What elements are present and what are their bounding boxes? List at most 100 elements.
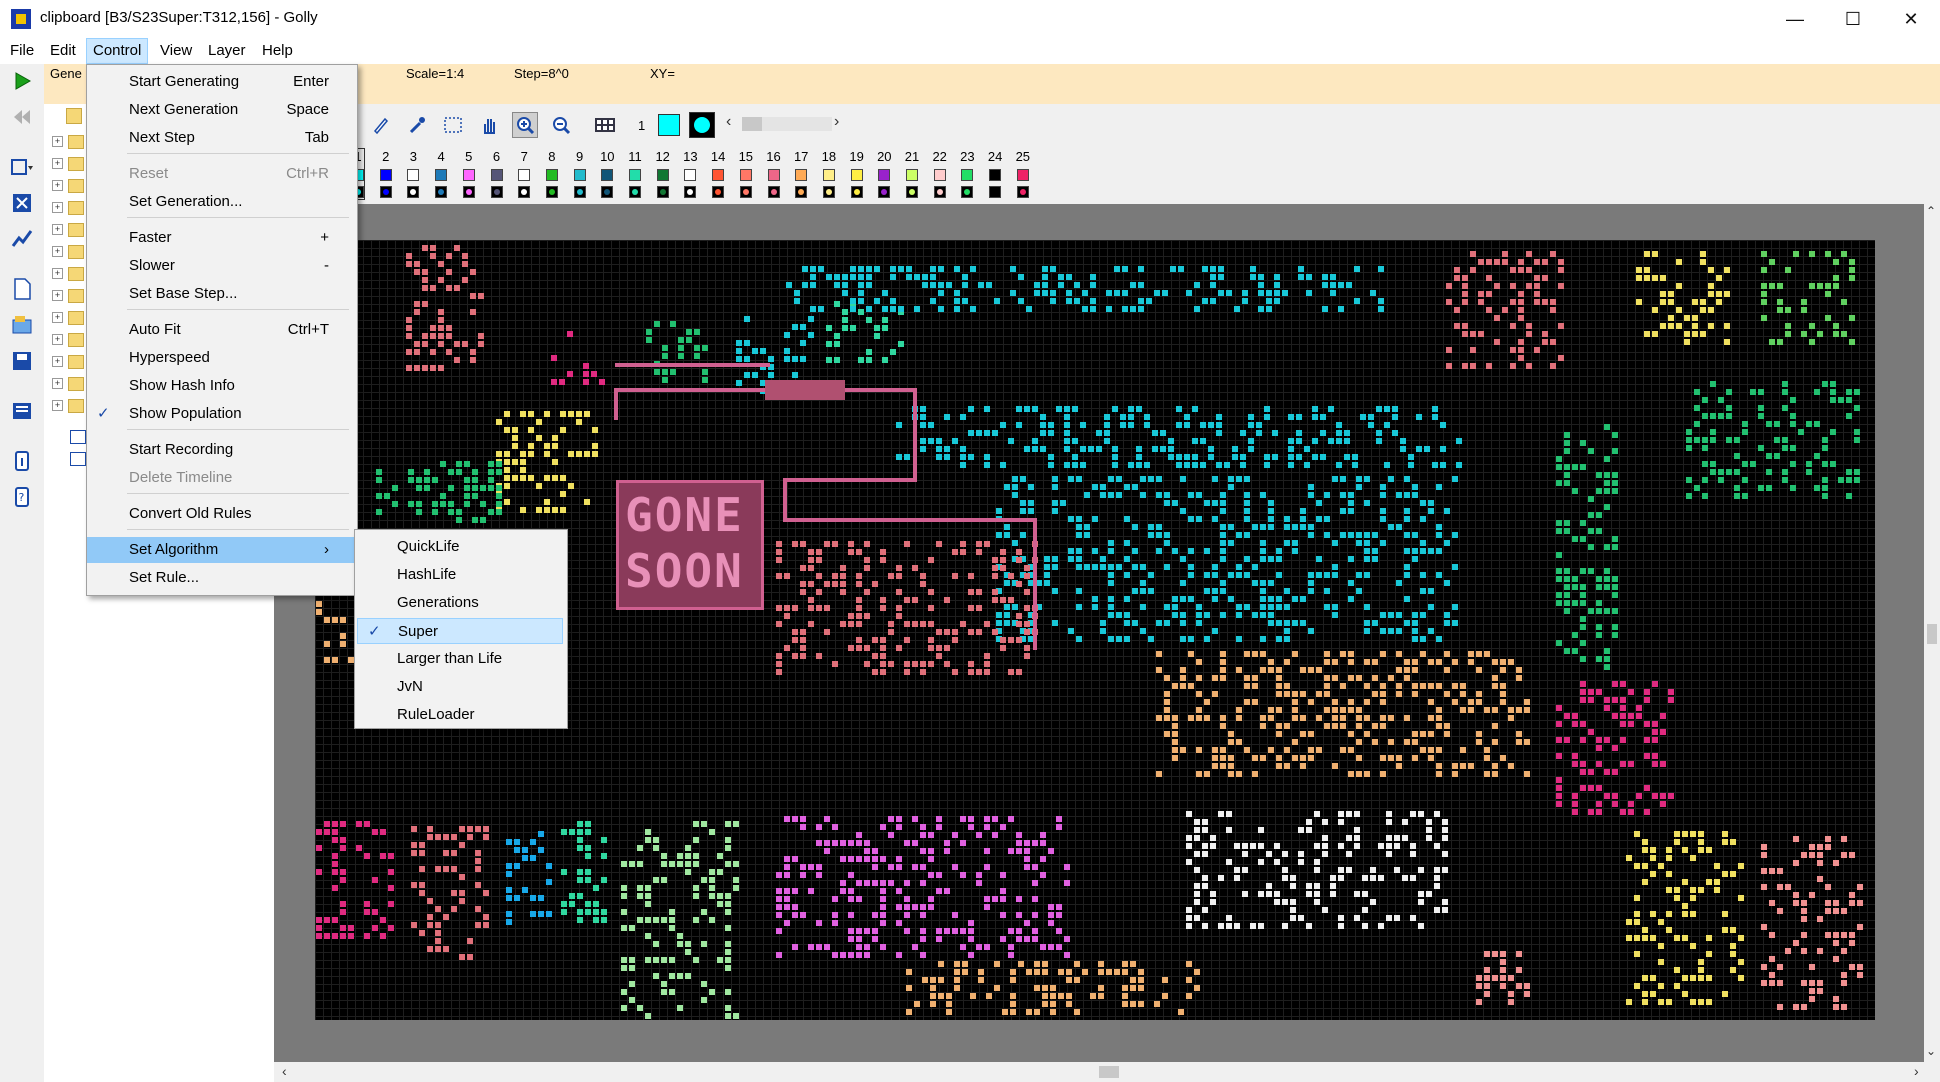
state-color-swatch[interactable]: [490, 169, 503, 181]
control-menu-item-set-base-step[interactable]: Set Base Step...: [87, 281, 355, 307]
reset-icon[interactable]: [8, 104, 36, 130]
state-color-swatch[interactable]: [573, 169, 586, 181]
draw-pencil-icon[interactable]: [368, 112, 394, 138]
scroll-right-icon[interactable]: ›: [1914, 1063, 1919, 1079]
tree-expand-icon[interactable]: +: [52, 246, 63, 257]
state-color-swatch[interactable]: [601, 169, 614, 181]
state-number[interactable]: 7: [511, 149, 537, 164]
control-menu-item-show-hash-info[interactable]: Show Hash Info: [87, 373, 355, 399]
menu-view[interactable]: View: [154, 38, 198, 64]
tree-expand-icon[interactable]: +: [52, 202, 63, 213]
folder-icon[interactable]: [68, 245, 84, 259]
vertical-scroll-thumb[interactable]: [1927, 624, 1937, 644]
algorithm-item-generations[interactable]: Generations: [355, 590, 565, 616]
state-color-swatch[interactable]: [767, 169, 780, 181]
help-icon[interactable]: ?: [8, 484, 36, 510]
state-scrollbar-thumb[interactable]: [742, 117, 762, 131]
state-icon-swatch[interactable]: [629, 186, 641, 198]
state-icon-swatch[interactable]: [739, 186, 752, 198]
scroll-up-icon[interactable]: ⌃: [1926, 204, 1936, 218]
zoom-out-icon[interactable]: [548, 112, 574, 138]
state-number[interactable]: 23: [954, 149, 980, 164]
state-icon-swatch[interactable]: [601, 186, 614, 198]
select-rectangle-icon[interactable]: [440, 112, 466, 138]
control-menu-item-show-population[interactable]: ✓ Show Population: [87, 401, 355, 427]
control-menu-item-slower[interactable]: Slower -: [87, 253, 355, 279]
state-icon-swatch[interactable]: [379, 186, 392, 198]
menu-layer[interactable]: Layer: [202, 38, 252, 64]
population-plot-icon[interactable]: [8, 226, 36, 252]
state-color-swatch[interactable]: [822, 169, 835, 181]
scroll-down-icon[interactable]: ⌄: [1926, 1044, 1936, 1058]
tree-expand-icon[interactable]: +: [52, 136, 63, 147]
tree-expand-icon[interactable]: +: [52, 180, 63, 191]
folder-icon[interactable]: [68, 179, 84, 193]
state-number[interactable]: 6: [484, 149, 510, 164]
state-color-swatch[interactable]: [906, 169, 918, 181]
state-color-swatch[interactable]: [850, 169, 863, 181]
control-menu-item-faster[interactable]: Faster +: [87, 225, 355, 251]
horizontal-scroll-thumb[interactable]: [1099, 1066, 1119, 1078]
pattern-file-icon[interactable]: [70, 430, 86, 444]
folder-icon[interactable]: [68, 157, 84, 171]
state-number[interactable]: 3: [400, 149, 426, 164]
control-menu-item-next-generation[interactable]: Next Generation Space: [87, 97, 355, 123]
algorithm-item-jvn[interactable]: JvN: [355, 674, 565, 700]
maximize-button[interactable]: ☐: [1824, 0, 1882, 38]
state-color-swatch[interactable]: [961, 169, 974, 181]
vertical-scrollbar[interactable]: ⌃ ⌄: [1924, 204, 1940, 1062]
algorithm-item-super[interactable]: ✓ Super: [357, 618, 563, 644]
state-icon-swatch[interactable]: [712, 186, 725, 198]
control-menu-item-start-recording[interactable]: Start Recording: [87, 437, 355, 463]
algorithm-item-larger-than-life[interactable]: Larger than Life: [355, 646, 565, 672]
algorithm-item-ruleloader[interactable]: RuleLoader: [355, 702, 565, 728]
folder-icon[interactable]: [68, 135, 84, 149]
state-number[interactable]: 4: [428, 149, 454, 164]
horizontal-scrollbar[interactable]: ‹ ›: [274, 1062, 1940, 1082]
state-color-swatch[interactable]: [407, 169, 420, 181]
control-menu-item-auto-fit[interactable]: Auto Fit Ctrl+T: [87, 317, 355, 343]
state-icon-swatch[interactable]: [878, 186, 891, 198]
state-icon-swatch[interactable]: [684, 186, 697, 198]
state-number[interactable]: 17: [788, 149, 814, 164]
state-icon-swatch[interactable]: [822, 186, 835, 198]
state-number[interactable]: 5: [456, 149, 482, 164]
state-icon-swatch[interactable]: [573, 186, 586, 198]
tree-expand-icon[interactable]: +: [52, 158, 63, 169]
state-scrollbar[interactable]: [742, 117, 832, 131]
state-icon-swatch[interactable]: [656, 186, 669, 198]
minimize-button[interactable]: —: [1766, 0, 1824, 38]
folder-icon[interactable]: [68, 377, 84, 391]
folder-icon[interactable]: [68, 333, 84, 347]
state-color-swatch[interactable]: [435, 169, 448, 181]
menu-help[interactable]: Help: [256, 38, 299, 64]
menu-edit[interactable]: Edit: [44, 38, 82, 64]
control-menu-item-next-step[interactable]: Next Step Tab: [87, 125, 355, 151]
folder-icon[interactable]: [68, 311, 84, 325]
state-icon-swatch[interactable]: [407, 186, 420, 198]
state-number[interactable]: 10: [594, 149, 620, 164]
state-number[interactable]: 11: [622, 149, 648, 164]
menu-control[interactable]: Control: [86, 38, 149, 64]
fit-pattern-icon[interactable]: [8, 190, 36, 216]
info-icon[interactable]: [8, 448, 36, 474]
state-number[interactable]: 22: [927, 149, 953, 164]
folder-icon[interactable]: [68, 267, 84, 281]
state-number[interactable]: 9: [567, 149, 593, 164]
control-menu-item-start-generating[interactable]: Start Generating Enter: [87, 69, 355, 95]
state-color-swatch[interactable]: [684, 169, 697, 181]
state-color-swatch[interactable]: [518, 169, 531, 181]
set-algorithm-icon[interactable]: [8, 154, 36, 180]
tree-expand-icon[interactable]: +: [52, 224, 63, 235]
state-icon-swatch[interactable]: [961, 186, 974, 198]
state-color-swatch[interactable]: [878, 169, 891, 181]
menu-file[interactable]: File: [4, 38, 40, 64]
state-icon-swatch[interactable]: [933, 186, 946, 198]
folder-icon[interactable]: [66, 108, 82, 124]
scroll-left-icon[interactable]: ‹: [282, 1063, 287, 1079]
start-generating-icon[interactable]: [8, 68, 36, 94]
state-scroll-left-icon[interactable]: ‹: [726, 113, 731, 131]
current-state-icon[interactable]: [689, 112, 715, 138]
folder-icon[interactable]: [68, 399, 84, 413]
state-icon-swatch[interactable]: [462, 186, 475, 198]
